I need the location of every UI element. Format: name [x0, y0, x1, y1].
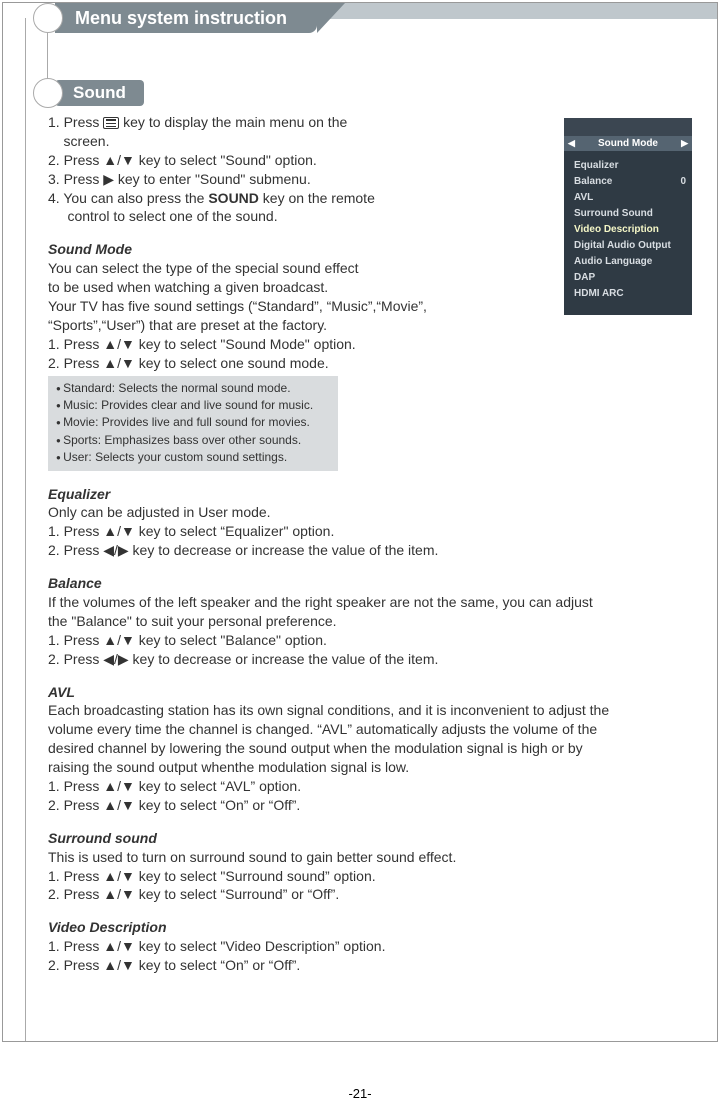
heading-sound-mode: Sound Mode	[48, 240, 697, 259]
text: “Sports”,“User”) that are preset at the …	[48, 316, 697, 335]
step-1-cont: screen.	[48, 132, 697, 151]
section-tab: Sound	[33, 78, 144, 108]
mode-line: Movie: Provides live and full sound for …	[56, 414, 330, 431]
step-4: 4. You can also press the SOUND key on t…	[48, 189, 697, 208]
text: 2. Press ▲/▼ key to select “On” or “Off”…	[48, 796, 697, 815]
heading-surround: Surround sound	[48, 829, 697, 848]
step-1: 1. Press key to display the main menu on…	[48, 113, 697, 132]
text: 1. Press ▲/▼ key to select "Sound Mode" …	[48, 335, 697, 354]
heading-video-description: Video Description	[48, 918, 697, 937]
text: 1. Press ▲/▼ key to select "Surround sou…	[48, 867, 697, 886]
menu-icon	[103, 117, 119, 129]
step-3: 3. Press ▶ key to enter "Sound" submenu.	[48, 170, 697, 189]
text: If the volumes of the left speaker and t…	[48, 593, 697, 612]
mode-line: Music: Provides clear and live sound for…	[56, 397, 330, 414]
body-text: 1. Press key to display the main menu on…	[48, 113, 697, 975]
section-title: Sound	[55, 80, 144, 106]
text: You can select the type of the special s…	[48, 259, 697, 278]
heading-avl: AVL	[48, 683, 697, 702]
modes-box: Standard: Selects the normal sound mode.…	[48, 376, 338, 471]
text: the "Balance" to suit your personal pref…	[48, 612, 697, 631]
text: raising the sound output whenthe modulat…	[48, 758, 697, 777]
heading-equalizer: Equalizer	[48, 485, 697, 504]
text: This is used to turn on surround sound t…	[48, 848, 697, 867]
text: 2. Press ◀/▶ key to decrease or increase…	[48, 541, 697, 560]
text: 1. Press ▲/▼ key to select “Equalizer" o…	[48, 522, 697, 541]
text: 2. Press ▲/▼ key to select “On” or “Off”…	[48, 956, 697, 975]
mode-line: Standard: Selects the normal sound mode.	[56, 380, 330, 397]
text: to be used when watching a given broadca…	[48, 278, 697, 297]
text: 2. Press ▲/▼ key to select one sound mod…	[48, 354, 697, 373]
text: Your TV has five sound settings (“Standa…	[48, 297, 697, 316]
text: volume every time the channel is changed…	[48, 720, 697, 739]
mode-line: User: Selects your custom sound settings…	[56, 449, 330, 466]
circle-icon	[33, 78, 63, 108]
text: Only can be adjusted in User mode.	[48, 503, 697, 522]
decor-line	[25, 18, 26, 1041]
step-4-cont: control to select one of the sound.	[48, 207, 697, 226]
mode-line: Sports: Emphasizes bass over other sound…	[56, 432, 330, 449]
text: 1. Press ▲/▼ key to select “AVL” option.	[48, 777, 697, 796]
circle-icon	[33, 3, 63, 33]
text: Each broadcasting station has its own si…	[48, 701, 697, 720]
step-2: 2. Press ▲/▼ key to select "Sound" optio…	[48, 151, 697, 170]
page-title: Menu system instruction	[55, 3, 317, 33]
page: Menu system instruction Sound ◀ Sound Mo…	[2, 2, 718, 1042]
text: 2. Press ▲/▼ key to select “Surround” or…	[48, 885, 697, 904]
page-title-tab: Menu system instruction	[33, 3, 317, 33]
text: 1. Press ▲/▼ key to select "Video Descri…	[48, 937, 697, 956]
text: desired channel by lowering the sound ou…	[48, 739, 697, 758]
heading-balance: Balance	[48, 574, 697, 593]
text: 2. Press ◀/▶ key to decrease or increase…	[48, 650, 697, 669]
decor-strip	[313, 3, 717, 19]
page-number: -21-	[0, 1086, 720, 1101]
text: 1. Press ▲/▼ key to select "Balance" opt…	[48, 631, 697, 650]
